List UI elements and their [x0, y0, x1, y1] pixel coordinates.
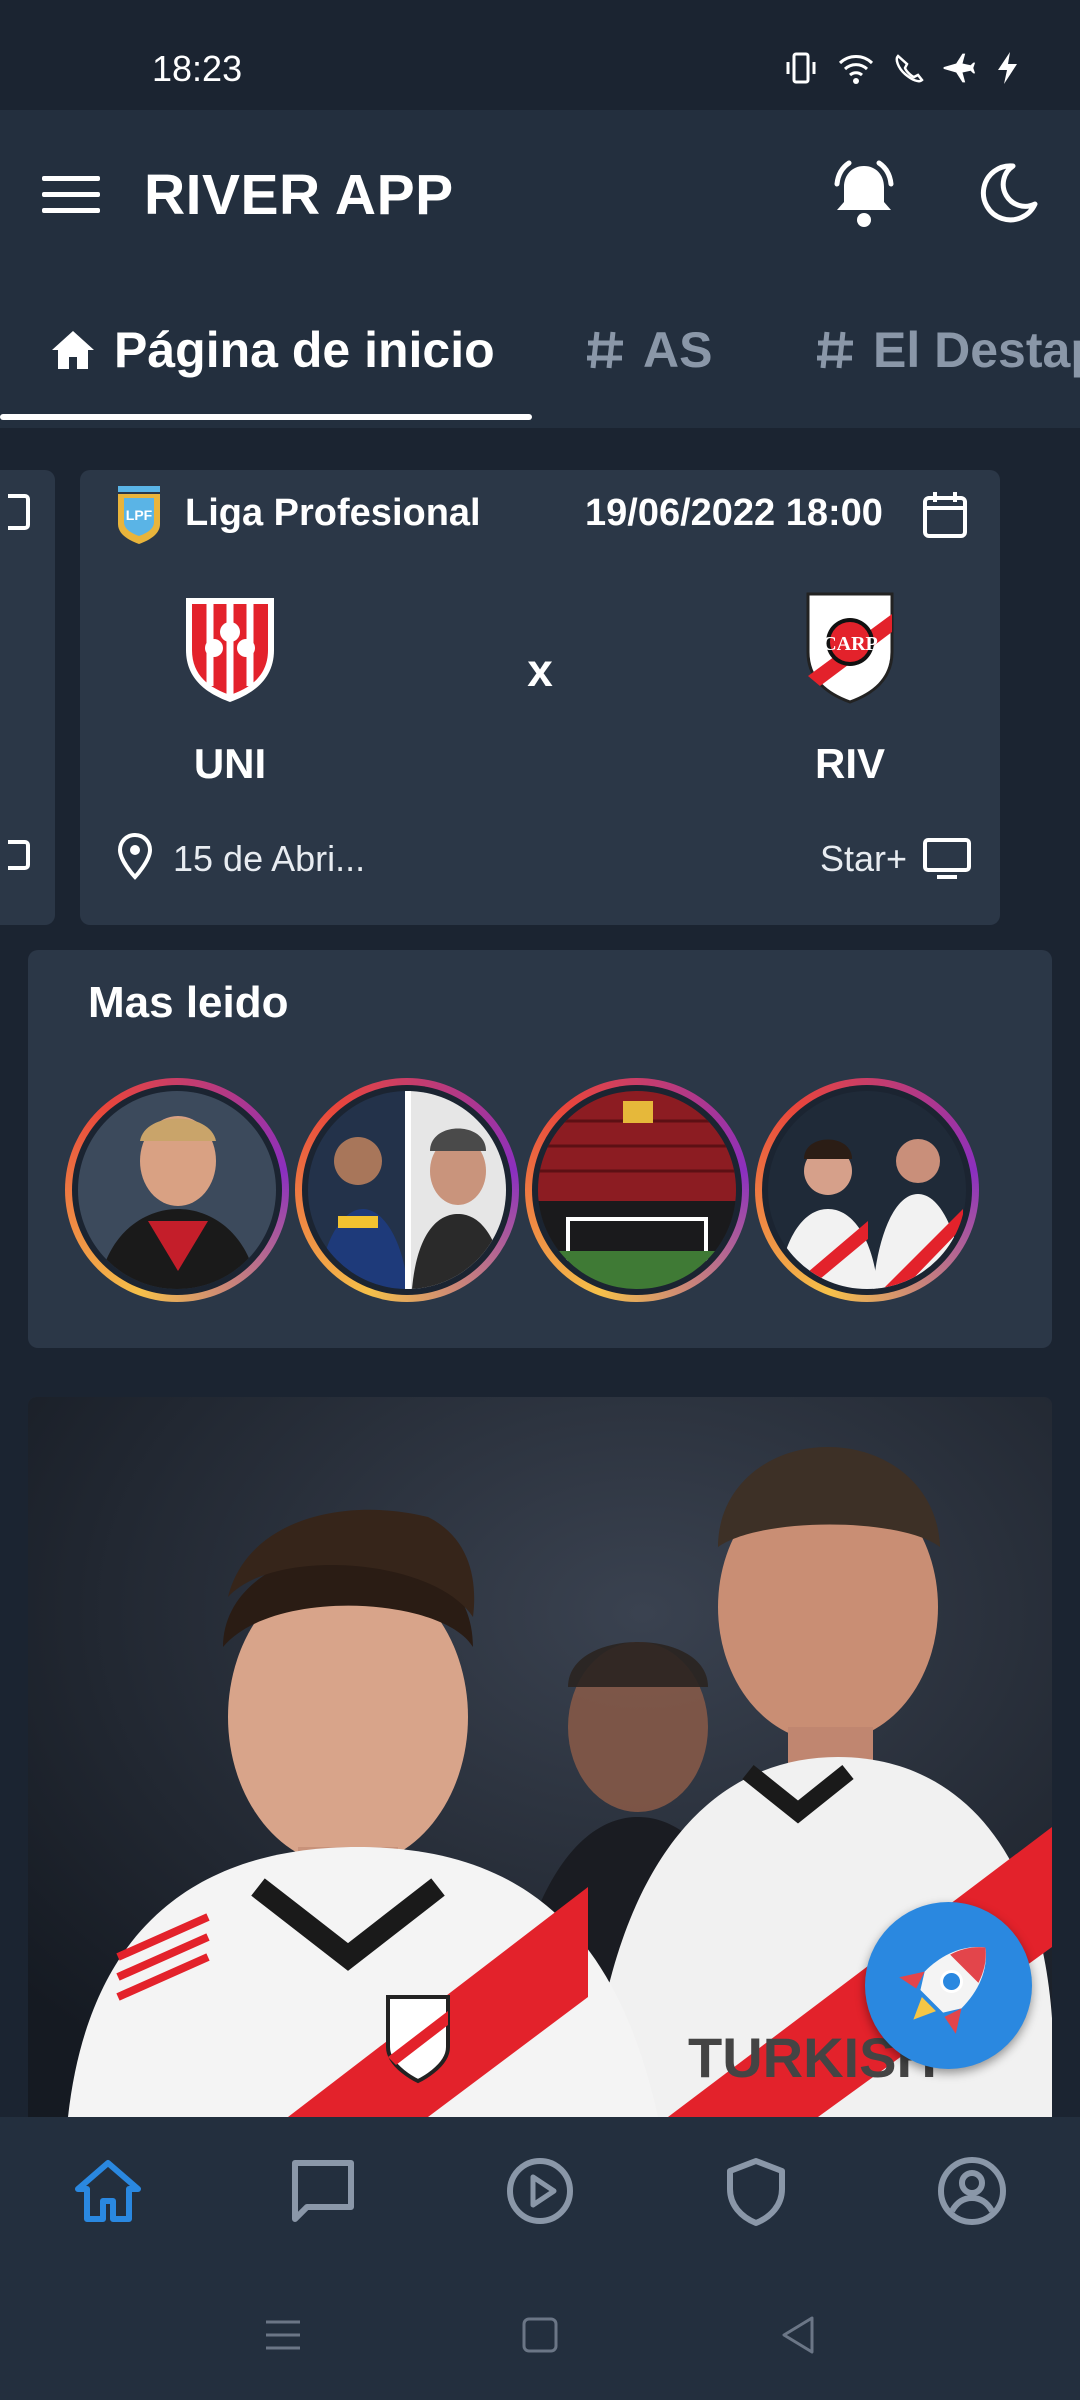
- tab-home-label: Página de inicio: [114, 322, 495, 378]
- recents-menu-icon[interactable]: [260, 2312, 306, 2358]
- tab-el-destape[interactable]: El Destap: [815, 310, 1080, 390]
- league-name: Liga Profesional: [185, 492, 481, 534]
- hashtag-icon: [815, 328, 855, 372]
- wifi-icon: [838, 55, 874, 84]
- shield-icon[interactable]: [720, 2155, 792, 2227]
- story-circle[interactable]: [65, 1078, 289, 1302]
- previous-match-card[interactable]: [0, 470, 55, 925]
- tab-el-destape-label: El Destap: [873, 322, 1080, 378]
- home-icon: [50, 329, 96, 371]
- tab-as-label: AS: [643, 322, 713, 378]
- hashtag-icon: [585, 328, 625, 372]
- rocket-fab-button[interactable]: [865, 1902, 1032, 2069]
- venue-name: 15 de Abri...: [173, 838, 366, 879]
- river-plate-crest: CARP: [806, 592, 894, 704]
- story-image-river-players: [768, 1091, 966, 1289]
- chat-icon[interactable]: [287, 2155, 359, 2227]
- menu-icon[interactable]: [40, 170, 102, 220]
- calendar-icon[interactable]: [922, 490, 968, 540]
- tv-icon: [923, 838, 971, 879]
- rocket-icon: [899, 1947, 986, 2034]
- vibrate-icon: [786, 52, 816, 84]
- svg-text:LPF: LPF: [126, 507, 153, 523]
- story-image-player-celebrating: [78, 1091, 276, 1289]
- app-title: RIVER APP: [144, 163, 454, 227]
- away-team-code: RIV: [814, 740, 885, 787]
- tab-as[interactable]: AS: [585, 310, 712, 390]
- story-circle[interactable]: [295, 1078, 519, 1302]
- story-image-split-portrait: [308, 1091, 506, 1289]
- liga-profesional-logo: LPF: [118, 486, 160, 544]
- tab-indicator: [0, 414, 532, 420]
- tab-home[interactable]: Página de inicio: [50, 310, 495, 390]
- wifi-call-icon: [895, 54, 924, 83]
- story-circle[interactable]: [755, 1078, 979, 1302]
- status-clock: 18:23: [152, 48, 243, 89]
- union-crest: [186, 598, 274, 702]
- match-separator: x: [527, 644, 553, 696]
- dark-mode-moon-icon[interactable]: [975, 160, 1041, 226]
- broadcaster: Star+: [820, 838, 908, 879]
- match-date: 19/06/2022 18:00: [585, 492, 883, 534]
- play-icon[interactable]: [504, 2155, 576, 2227]
- notification-bell-icon[interactable]: [830, 158, 898, 230]
- tv-icon: [8, 840, 30, 870]
- charging-icon: [998, 52, 1017, 84]
- svg-text:CARP: CARP: [822, 633, 878, 655]
- calendar-icon: [8, 494, 30, 530]
- story-circle[interactable]: [525, 1078, 749, 1302]
- location-pin-icon: [117, 832, 153, 880]
- most-read-title: Mas leido: [88, 978, 289, 1027]
- home-icon[interactable]: [72, 2155, 144, 2227]
- back-triangle-icon[interactable]: [776, 2312, 822, 2358]
- story-image-empty-stadium: [538, 1091, 736, 1289]
- home-square-icon[interactable]: [517, 2312, 563, 2358]
- home-team-code: UNI: [193, 740, 267, 787]
- account-icon[interactable]: [936, 2155, 1008, 2227]
- airplane-icon: [943, 53, 976, 83]
